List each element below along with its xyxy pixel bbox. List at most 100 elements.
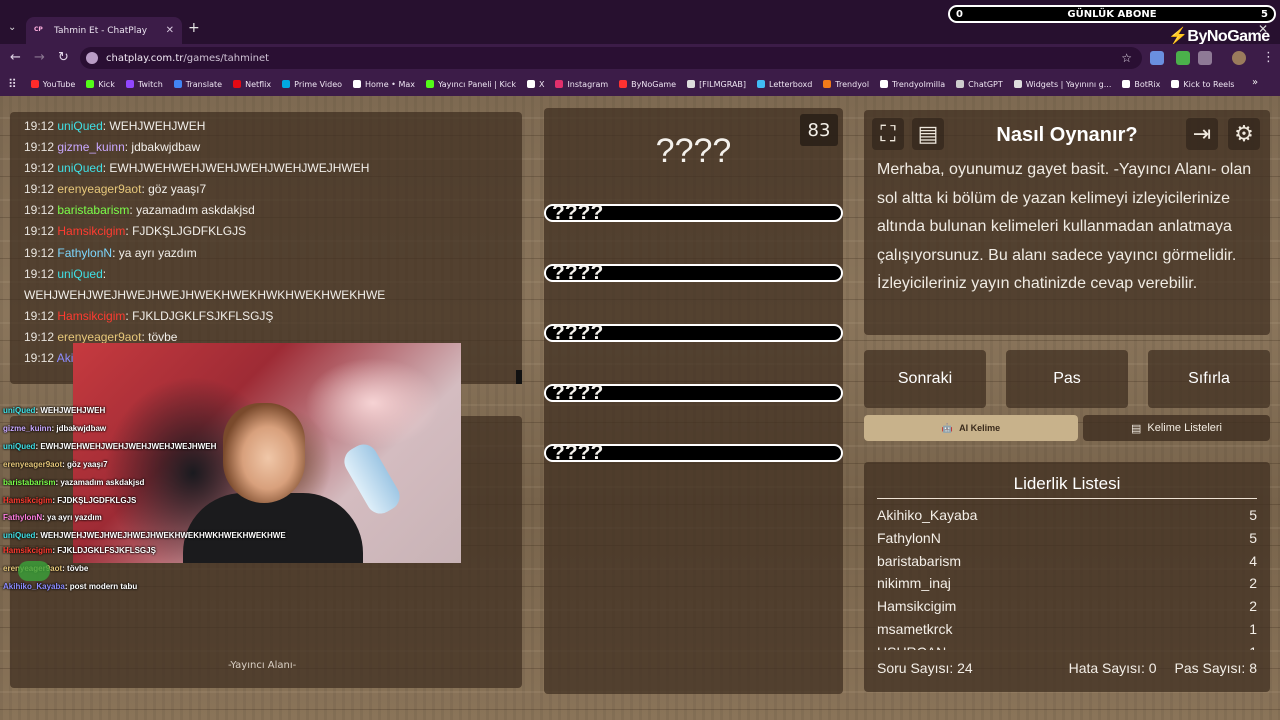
leaderboard-row: FathylonN 5 (877, 527, 1257, 550)
chat-timestamp: 19:12 (24, 245, 55, 260)
leaderboard-row: Hamsikcigim 2 (877, 595, 1257, 618)
chat-scrollbar[interactable] (516, 370, 522, 384)
bookmark-item[interactable]: Prime Video (282, 80, 342, 89)
chat-username[interactable]: gizme_kuinn (57, 140, 124, 154)
taboo-word: ???? (544, 261, 843, 284)
bolt-icon: ⚡ (1168, 28, 1188, 45)
bookmark-item[interactable]: Translate (173, 80, 222, 89)
tab-close-icon[interactable]: ✕ (166, 25, 174, 36)
bookmark-label: ByNoGame (631, 79, 677, 89)
new-tab-icon[interactable]: + (188, 20, 200, 36)
bookmark-favicon-icon (555, 80, 564, 88)
window-close-icon[interactable]: ✕ (1258, 22, 1268, 36)
leaderboard-list[interactable]: Akihiko_Kayaba 5 FathylonN 5 baristabarism 4 n… (877, 504, 1257, 650)
chat-username[interactable]: Hamsikcigim (57, 224, 125, 238)
chat-username[interactable]: erenyeager9aot (57, 330, 141, 344)
ai-word-button[interactable]: 🤖 AI Kelime (864, 415, 1078, 441)
pass-button[interactable]: Pas (1006, 350, 1128, 408)
forward-arrow-icon[interactable]: → (34, 50, 45, 65)
reload-icon[interactable]: ↻ (58, 50, 69, 65)
chat-timestamp: 19:12 (24, 266, 55, 281)
leaderboard-panel: Liderlik Listesi Akihiko_Kayaba 5 Fathylon… (864, 462, 1270, 692)
bookmark-label: Trendyol (835, 79, 870, 89)
chat-username[interactable]: baristabarism (57, 203, 129, 217)
ai-word-label: AI Kelime (959, 423, 1001, 433)
site-info-icon[interactable] (86, 52, 98, 64)
overlay-chat-username: erenyeager9aot (3, 459, 63, 469)
chat-username[interactable]: Hamsikcigim (57, 309, 125, 323)
bookmark-item[interactable]: Yayıncı Paneli | Kick (425, 79, 516, 89)
chat-message: 19:12 Hamsikcigim: FJKLDJGKLFSJKFLSGJŞ (24, 308, 274, 323)
bookmark-item[interactable]: Twitch (125, 80, 163, 89)
bookmark-favicon-icon (956, 80, 965, 88)
bookmark-label: [FILMGRAB] (699, 79, 747, 89)
sub-goal-title: GÜNLÜK ABONE (1067, 8, 1157, 20)
how-to-play-description: Merhaba, oyunumuz gayet basit. -Yayıncı … (877, 161, 1252, 293)
bookmark-item[interactable]: Home • Max (353, 80, 415, 89)
chat-message: 19:12 FathylonN: ya ayrı yazdım (24, 245, 197, 260)
player-name: Hamsikcigim (877, 598, 957, 615)
player-name: msametkrck (877, 620, 953, 637)
player-name: FathylonN (877, 529, 941, 546)
next-button[interactable]: Sonraki (864, 350, 986, 408)
profile-avatar[interactable] (1232, 51, 1246, 65)
bookmark-item[interactable]: X (526, 80, 544, 89)
chat-username[interactable]: erenyeager9aot (57, 182, 141, 196)
chat-username[interactable]: uniQued (57, 119, 102, 133)
leaderboard-row: nikimm_inaj 2 (877, 572, 1257, 595)
address-bar-row: ← → ↻ chatplay.com.tr/games/tahminet ☆ ⋮ (0, 44, 1280, 72)
bookmarks-more-icon[interactable]: » (1252, 77, 1268, 88)
bookmark-item[interactable]: YouTube (30, 80, 75, 89)
bookmark-star-icon[interactable]: ☆ (1121, 51, 1132, 65)
robot-icon: 🤖 (941, 422, 954, 433)
bookmark-item[interactable]: Widgets | Yayınını g... (1013, 79, 1112, 89)
browser-tab[interactable]: CP Tahmin Et - ChatPlay ✕ (26, 17, 182, 44)
bookmark-item[interactable]: Instagram (555, 80, 608, 89)
overlay-chat-message: baristabarism: yazamadım askdakjsd (3, 477, 145, 487)
settings-gear-icon[interactable]: ⚙ (1228, 118, 1260, 150)
leaderboard-row: USURCAN 1 (877, 641, 1257, 650)
tab-list-icon[interactable]: ⌄ (8, 22, 16, 33)
bookmark-item[interactable]: Netflix (233, 80, 271, 89)
bookmark-item[interactable]: [FILMGRAB] (687, 80, 746, 89)
overlay-chat-text: yazamadım askdakjsd (60, 477, 145, 487)
extension-translate-icon[interactable] (1150, 51, 1164, 65)
chat-username[interactable]: uniQued (57, 267, 102, 281)
streamer-area-label: -Yayıncı Alanı- (228, 660, 297, 671)
bookmark-item[interactable]: Letterboxd (757, 80, 812, 89)
overlay-toggle-button[interactable] (18, 561, 50, 581)
chat-text: göz yaaşı7 (148, 182, 207, 197)
chat-message: 19:12 erenyeager9aot: göz yaaşı7 (24, 182, 207, 197)
bookmark-item[interactable]: BotRix (1122, 80, 1160, 89)
word-lists-button[interactable]: ▤ Kelime Listeleri (1083, 415, 1270, 441)
exit-icon[interactable]: ⇥ (1186, 118, 1218, 150)
bookmark-label: Home • Max (365, 79, 415, 89)
chat-timestamp: 19:12 (24, 329, 55, 344)
reset-button[interactable]: Sıfırla (1148, 350, 1270, 408)
chat-timestamp: 19:12 (24, 224, 55, 239)
back-arrow-icon[interactable]: ← (10, 50, 21, 65)
chat-username[interactable]: FathylonN (57, 246, 112, 260)
chat-timestamp: 19:12 (24, 182, 55, 197)
extensions-puzzle-icon[interactable] (1198, 51, 1212, 65)
bookmark-item[interactable]: Kick to Reels (1171, 80, 1234, 89)
bookmark-item[interactable]: ByNoGame (619, 80, 676, 89)
chat-username[interactable]: uniQued (57, 161, 102, 175)
bookmark-item[interactable]: Trendyolmilla (880, 80, 945, 89)
bookmark-label: Yayıncı Paneli | Kick (437, 79, 516, 89)
overlay-chat-text: FJDKŞLJGDFKLGJS (57, 495, 137, 505)
bookmark-label: Kick (98, 79, 115, 89)
bookmark-label: Widgets | Yayınını g... (1025, 79, 1112, 89)
leaderboard-row: baristabarism 4 (877, 550, 1257, 573)
url-field[interactable]: chatplay.com.tr/games/tahminet ☆ (80, 47, 1142, 69)
question-count: Soru Sayısı: 24 (877, 660, 973, 676)
browser-menu-icon[interactable]: ⋮ (1262, 50, 1275, 65)
apps-grid-icon[interactable]: ⠿ (8, 77, 17, 91)
extension-icon[interactable] (1176, 51, 1190, 65)
bookmark-item[interactable]: Kick (86, 80, 115, 89)
overlay-chat-text: ya ayrı yazdım (47, 513, 102, 523)
bookmark-item[interactable]: Trendyol (823, 80, 869, 89)
overlay-chat-username: uniQued (3, 406, 36, 415)
chat-message: 19:12 Hamsikcigim: FJDKŞLJGDFKLGJS (24, 224, 247, 239)
bookmark-item[interactable]: ChatGPT (956, 80, 1003, 89)
